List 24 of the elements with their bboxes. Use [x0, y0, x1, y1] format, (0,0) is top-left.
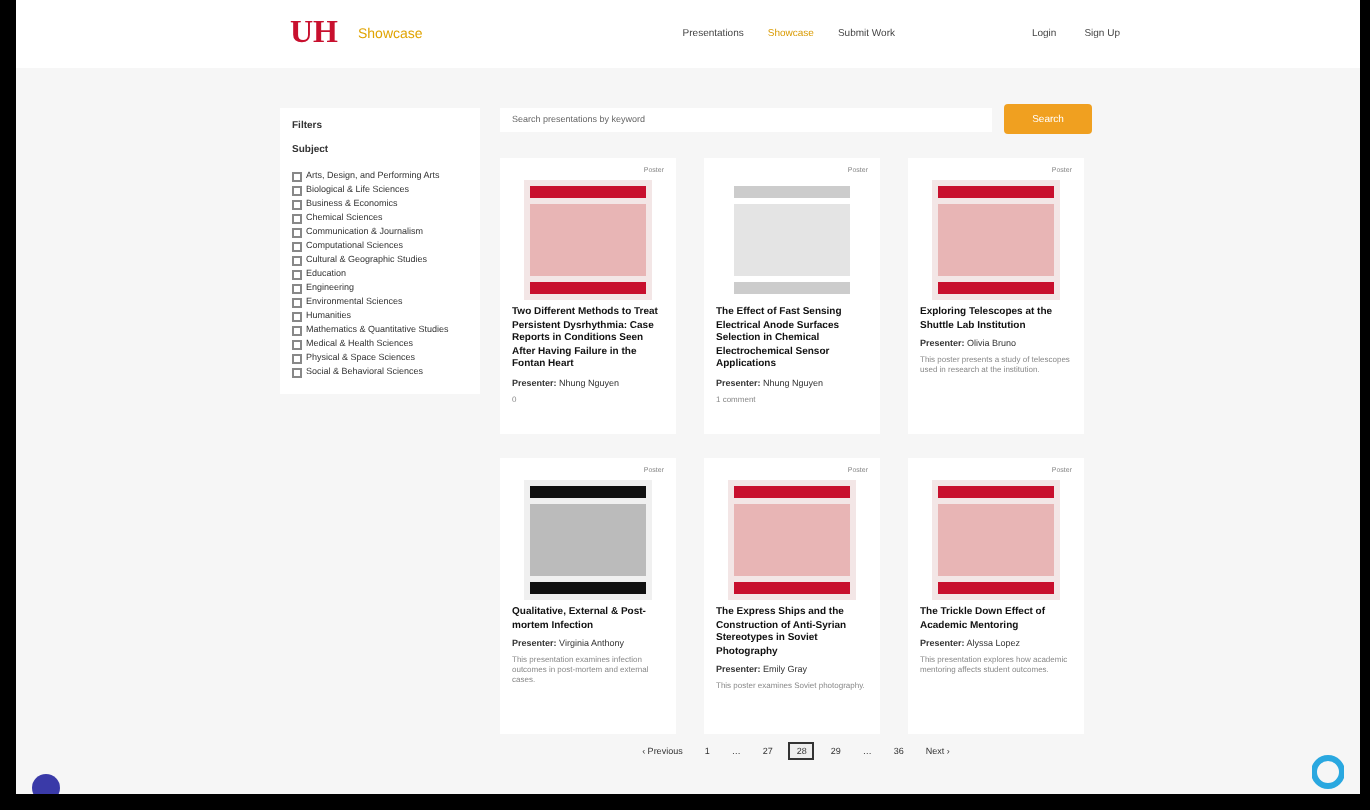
checkbox[interactable]	[292, 214, 302, 224]
poster-thumbnail	[728, 480, 856, 600]
checkbox[interactable]	[292, 298, 302, 308]
chat-icon[interactable]	[1312, 754, 1344, 790]
checkbox[interactable]	[292, 340, 302, 350]
checkbox[interactable]	[292, 256, 302, 266]
checkbox[interactable]	[292, 186, 302, 196]
poster-thumbnail	[728, 180, 856, 300]
help-icon[interactable]	[32, 774, 60, 794]
checkbox[interactable]	[292, 242, 302, 252]
checkbox[interactable]	[292, 326, 302, 336]
poster-thumbnail	[524, 180, 652, 300]
poster-thumbnail	[932, 480, 1060, 600]
checkbox[interactable]	[292, 354, 302, 364]
checkbox[interactable]	[292, 368, 302, 378]
checkbox[interactable]	[292, 284, 302, 294]
checkbox[interactable]	[292, 200, 302, 210]
poster-thumbnail	[524, 480, 652, 600]
checkbox[interactable]	[292, 172, 302, 182]
checkbox[interactable]	[292, 312, 302, 322]
checkbox[interactable]	[292, 270, 302, 280]
checkbox[interactable]	[292, 228, 302, 238]
poster-thumbnail	[932, 180, 1060, 300]
logo[interactable]: UH	[290, 16, 338, 52]
